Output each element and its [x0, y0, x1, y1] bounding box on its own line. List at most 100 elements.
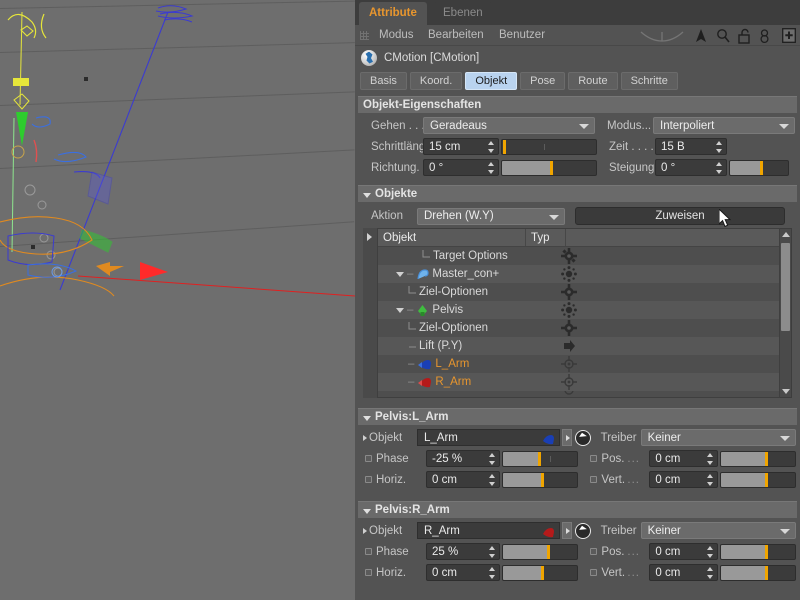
vert-input-r[interactable]: 0 cm — [649, 564, 717, 581]
stepper-icon[interactable] — [489, 546, 496, 558]
table-row[interactable]: – R_Arm — [378, 373, 779, 391]
richtung-slider[interactable] — [501, 160, 597, 176]
lock-open-icon[interactable] — [738, 28, 753, 44]
table-row[interactable]: – Master_con+ — [378, 265, 779, 283]
scrollbar-thumb[interactable] — [781, 243, 790, 331]
pos-checkbox-r[interactable] — [590, 548, 597, 555]
treiber-dropdown-r[interactable]: Keiner — [641, 522, 796, 539]
dock-tab-attribute[interactable]: Attribute — [359, 2, 427, 25]
no-driver-icon[interactable] — [575, 430, 591, 446]
stepper-icon[interactable] — [707, 546, 714, 558]
tab-koord[interactable]: Koord. — [410, 72, 462, 90]
chevron-right-icon[interactable] — [363, 435, 367, 441]
chevron-down-icon[interactable] — [396, 272, 404, 277]
tree-scrollbar[interactable] — [780, 228, 792, 398]
horiz-checkbox-r[interactable] — [365, 569, 372, 576]
stepper-icon[interactable] — [489, 453, 496, 465]
group-header-object-properties[interactable]: Objekt-Eigenschaften — [358, 96, 797, 113]
tab-basis[interactable]: Basis — [360, 72, 407, 90]
chevron-right-icon[interactable] — [363, 528, 367, 534]
chevron-down-icon[interactable] — [396, 308, 404, 313]
schrittlaenge-slider[interactable] — [501, 139, 597, 155]
pos-slider-l[interactable] — [720, 451, 796, 467]
magnifier-icon[interactable] — [716, 28, 731, 44]
objekt-expand-button-r[interactable] — [562, 522, 572, 539]
stepper-icon[interactable] — [489, 567, 496, 579]
table-row[interactable]: Lift (P.Y) — [378, 337, 779, 355]
tab-schritte[interactable]: Schritte — [621, 72, 678, 90]
no-driver-icon[interactable] — [575, 523, 591, 539]
dock-tab-ebenen[interactable]: Ebenen — [433, 2, 493, 25]
table-row[interactable]: Target Options — [378, 247, 779, 265]
richtung-input[interactable]: 0 ° — [423, 159, 499, 176]
tab-pose[interactable]: Pose — [520, 72, 565, 90]
pos-slider-r[interactable] — [720, 544, 796, 560]
plus-box-icon[interactable] — [782, 28, 797, 44]
schrittlaenge-input[interactable]: 15 cm — [423, 138, 499, 155]
vert-checkbox-l[interactable] — [590, 476, 597, 483]
viewport-3d[interactable] — [0, 0, 355, 600]
pos-input-r[interactable]: 0 cm — [649, 543, 717, 560]
vert-checkbox-r[interactable] — [590, 569, 597, 576]
scroll-up-arrow-icon[interactable] — [782, 232, 790, 237]
zeit-input[interactable]: 15 B — [655, 138, 727, 155]
horiz-slider-l[interactable] — [502, 472, 578, 488]
stepper-icon[interactable] — [488, 141, 495, 153]
arrow-cursor-icon[interactable] — [694, 28, 709, 44]
schrittlaenge-label: Schrittlänge — [359, 141, 423, 153]
tab-objekt[interactable]: Objekt — [465, 72, 517, 90]
menu-bearbeiten[interactable]: Bearbeiten — [428, 29, 484, 41]
gehen-dropdown[interactable]: Geradeaus — [423, 117, 595, 134]
stepper-icon[interactable] — [716, 162, 723, 174]
menu-modus[interactable]: Modus — [379, 29, 414, 41]
group-header-pelvis-r-arm[interactable]: Pelvis:R_Arm — [358, 501, 797, 518]
object-tree-list[interactable]: Objekt Typ Target Options — [377, 228, 780, 398]
steigung-slider[interactable] — [729, 160, 789, 176]
vert-label-r: Vert. — [601, 567, 627, 579]
menu-benutzer[interactable]: Benutzer — [499, 29, 545, 41]
table-row[interactable] — [378, 391, 779, 397]
horiz-input-r[interactable]: 0 cm — [426, 564, 500, 581]
table-row[interactable]: Ziel-Optionen — [378, 283, 779, 301]
scroll-down-arrow-icon[interactable] — [782, 389, 790, 394]
stepper-icon[interactable] — [707, 474, 714, 486]
table-row[interactable]: – Pelvis — [378, 301, 779, 319]
pos-checkbox-l[interactable] — [590, 455, 597, 462]
table-row[interactable]: – L_Arm — [378, 355, 779, 373]
treiber-value-r: Keiner — [648, 525, 681, 537]
steigung-input[interactable]: 0 ° — [655, 159, 727, 176]
vert-slider-l[interactable] — [720, 472, 796, 488]
horiz-input-l[interactable]: 0 cm — [426, 471, 500, 488]
tab-route[interactable]: Route — [568, 72, 617, 90]
zuweisen-button[interactable]: Zuweisen — [575, 207, 785, 225]
phase-slider-r[interactable] — [502, 544, 578, 560]
phase-slider-l[interactable] — [502, 451, 578, 467]
phase-input-r[interactable]: 25 % — [426, 543, 500, 560]
phase-checkbox-r[interactable] — [365, 548, 372, 555]
tree-expand-gutter[interactable] — [363, 228, 377, 398]
group-header-pelvis-l-arm[interactable]: Pelvis:L_Arm — [358, 408, 797, 425]
objekt-link-field-l[interactable]: L_Arm — [417, 429, 560, 446]
phase-checkbox-l[interactable] — [365, 455, 372, 462]
stepper-icon[interactable] — [489, 474, 496, 486]
aktion-dropdown[interactable]: Drehen (W.Y) — [417, 208, 565, 225]
vert-input-l[interactable]: 0 cm — [649, 471, 717, 488]
treiber-dropdown-l[interactable]: Keiner — [641, 429, 796, 446]
horiz-checkbox-l[interactable] — [365, 476, 372, 483]
table-row[interactable]: Ziel-Optionen — [378, 319, 779, 337]
group-title: Objekt-Eigenschaften — [363, 99, 481, 111]
stepper-icon[interactable] — [707, 453, 714, 465]
stepper-icon[interactable] — [488, 162, 495, 174]
grip-dots-icon[interactable] — [360, 31, 369, 40]
pos-input-l[interactable]: 0 cm — [649, 450, 717, 467]
link-chain-icon[interactable] — [760, 28, 775, 44]
horiz-slider-r[interactable] — [502, 565, 578, 581]
stepper-icon[interactable] — [707, 567, 714, 579]
phase-input-l[interactable]: -25 % — [426, 450, 500, 467]
stepper-icon[interactable] — [716, 141, 723, 153]
vert-slider-r[interactable] — [720, 565, 796, 581]
objekt-expand-button-l[interactable] — [562, 429, 572, 446]
modus-dropdown[interactable]: Interpoliert — [653, 117, 795, 134]
group-header-objekte[interactable]: Objekte — [358, 185, 797, 202]
objekt-link-field-r[interactable]: R_Arm — [417, 522, 560, 539]
